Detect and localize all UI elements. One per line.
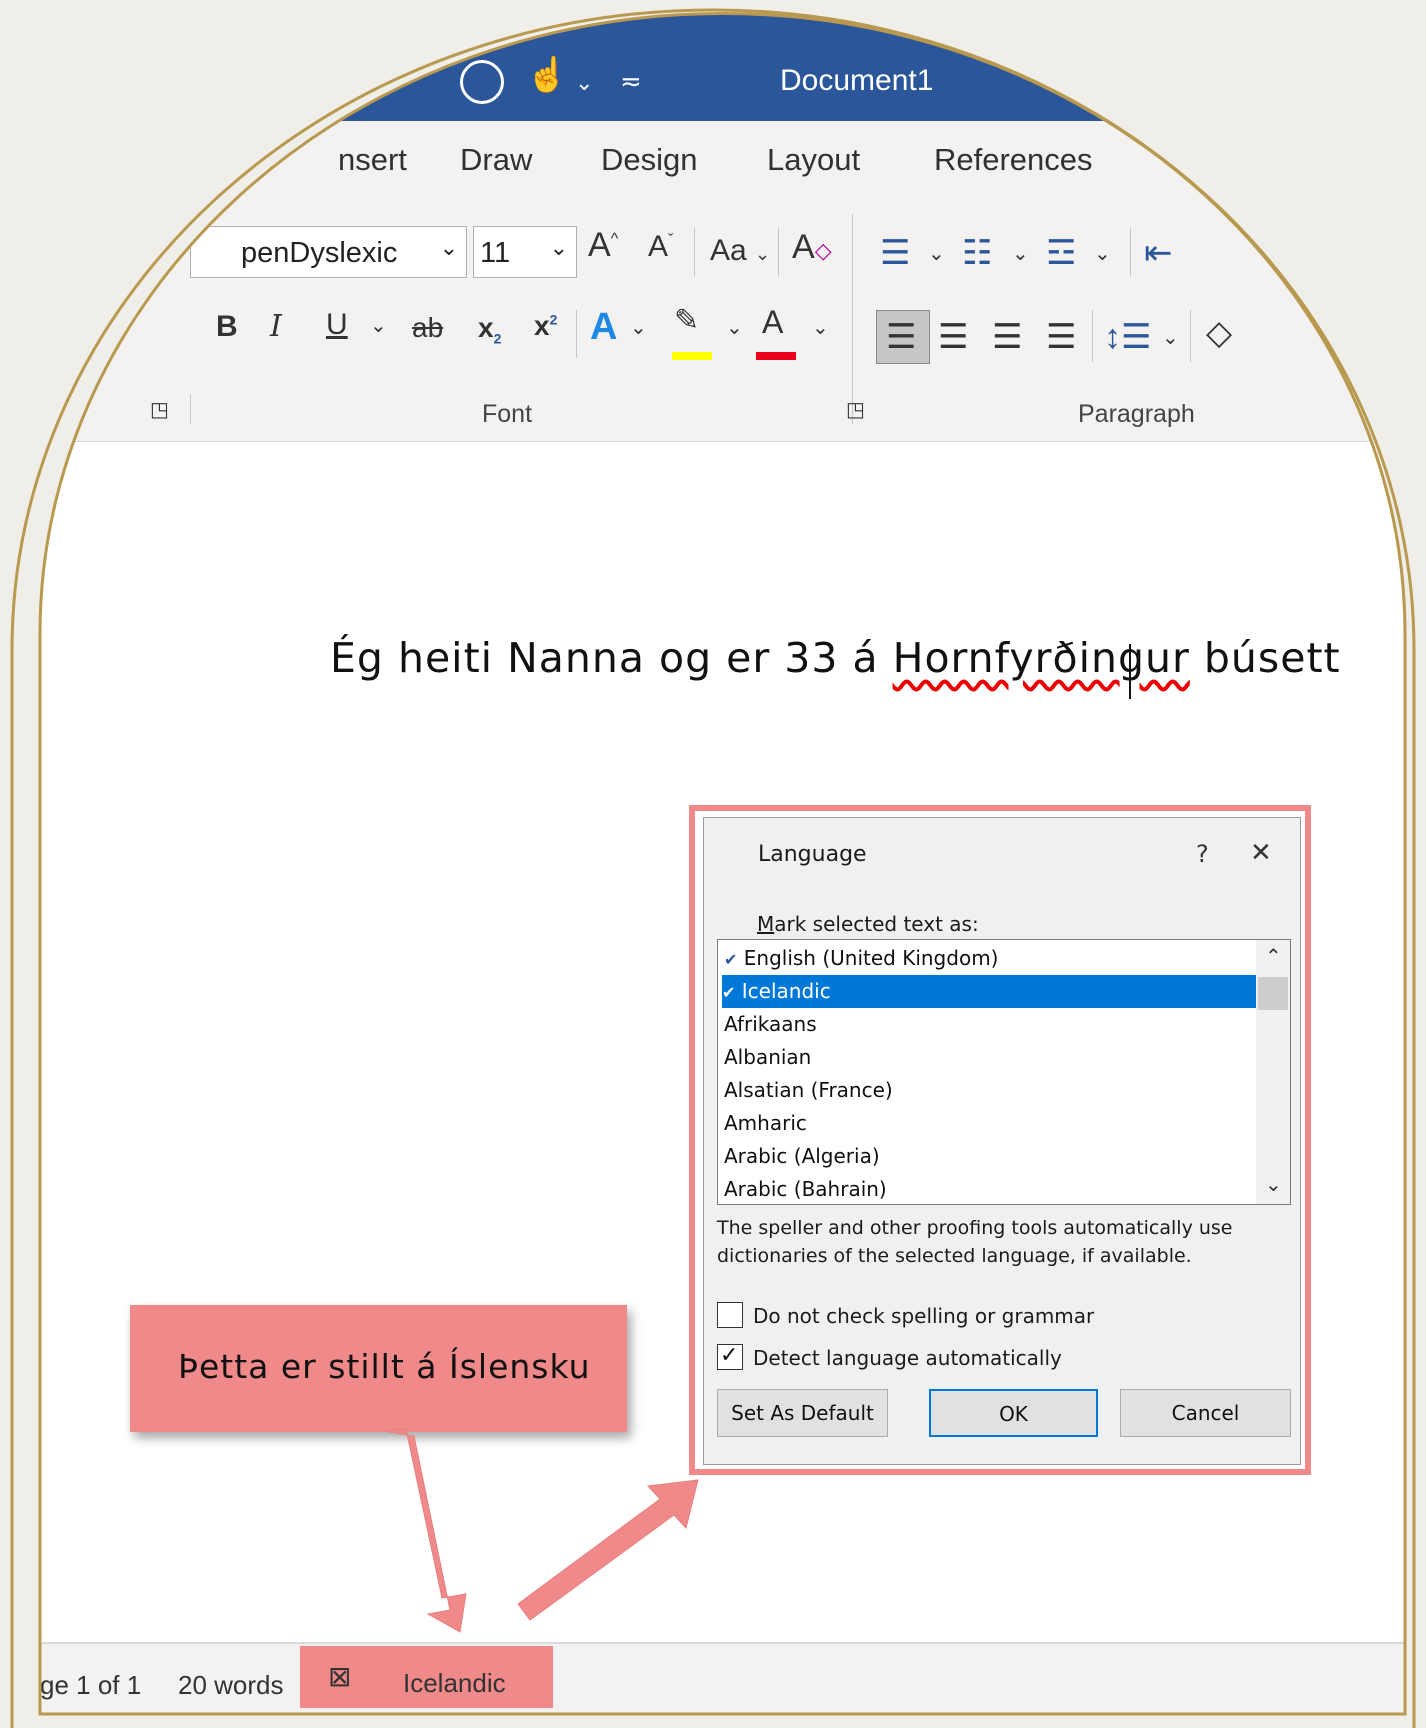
no-check-label[interactable]: Do not check spelling or grammar — [753, 1304, 1094, 1328]
checkmark-icon: ✓ — [720, 1343, 739, 1368]
spellcheck-icon: ✔ — [724, 950, 738, 969]
list-item[interactable]: Arabic (Algeria) — [724, 1140, 1256, 1173]
dialog-title: Language — [758, 842, 867, 867]
callout-text: Þetta er stillt á Íslensku — [178, 1347, 591, 1386]
close-icon[interactable]: ✕ — [1250, 838, 1272, 868]
mark-label-text: ark selected text as: — [774, 912, 979, 936]
list-item[interactable]: ✔ English (United Kingdom) — [724, 942, 1256, 975]
info-text: The speller and other proofing tools aut… — [717, 1214, 1233, 1270]
list-item[interactable]: Amharic — [724, 1107, 1256, 1140]
list-item[interactable]: Afrikaans — [724, 1008, 1256, 1041]
help-button[interactable]: ? — [1196, 840, 1209, 868]
info-line: dictionaries of the selected language, i… — [717, 1245, 1192, 1267]
mark-label: Mark selected text as: — [757, 912, 979, 936]
language-dialog: Language ? ✕ Mark selected text as: ✔ En… — [703, 817, 1301, 1465]
no-check-checkbox[interactable] — [717, 1302, 743, 1328]
list-item[interactable]: Alsatian (France) — [724, 1074, 1256, 1107]
language-name: English (United Kingdom) — [743, 946, 999, 970]
list-item-selected[interactable]: ✔ Icelandic — [722, 975, 1256, 1008]
scroll-thumb[interactable] — [1258, 977, 1288, 1010]
list-item[interactable]: Albanian — [724, 1041, 1256, 1074]
cancel-button[interactable]: Cancel — [1120, 1389, 1291, 1437]
list-scrollbar[interactable]: ⌃ ⌄ — [1256, 940, 1290, 1204]
detect-language-label[interactable]: Detect language automatically — [753, 1346, 1062, 1370]
info-line: The speller and other proofing tools aut… — [717, 1217, 1233, 1239]
ok-button[interactable]: OK — [929, 1389, 1098, 1437]
set-as-default-button[interactable]: Set As Default — [717, 1389, 888, 1437]
list-item[interactable]: Arabic (Bahrain) — [724, 1173, 1256, 1204]
callout-box: Þetta er stillt á Íslensku — [130, 1305, 627, 1432]
scroll-up-icon[interactable]: ⌃ — [1265, 944, 1282, 968]
scroll-down-icon[interactable]: ⌄ — [1265, 1172, 1282, 1196]
language-name: Icelandic — [741, 979, 831, 1003]
detect-language-checkbox[interactable]: ✓ — [717, 1343, 743, 1370]
spellcheck-icon: ✔ — [722, 983, 736, 1002]
language-list[interactable]: ✔ English (United Kingdom) ✔ Icelandic A… — [717, 939, 1291, 1205]
mark-label-accesskey: M — [757, 912, 775, 936]
